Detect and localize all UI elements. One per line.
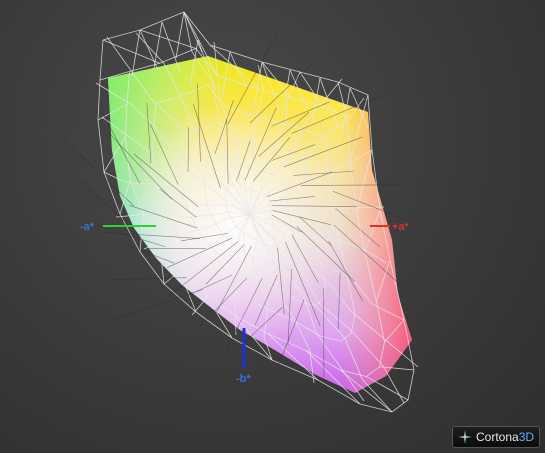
- neg-a-axis-label: -a*: [80, 221, 95, 233]
- brand-suffix: 3D: [518, 430, 535, 444]
- pos-a-axis-label: +a*: [392, 221, 409, 233]
- cortona3d-logo-text: Cortona3D: [476, 430, 534, 444]
- brand-name: Cortona: [476, 430, 519, 444]
- neg-b-axis-label: -b*: [236, 373, 251, 385]
- cortona-star-icon: [458, 430, 472, 444]
- cortona3d-logo-badge[interactable]: Cortona3D: [452, 426, 540, 448]
